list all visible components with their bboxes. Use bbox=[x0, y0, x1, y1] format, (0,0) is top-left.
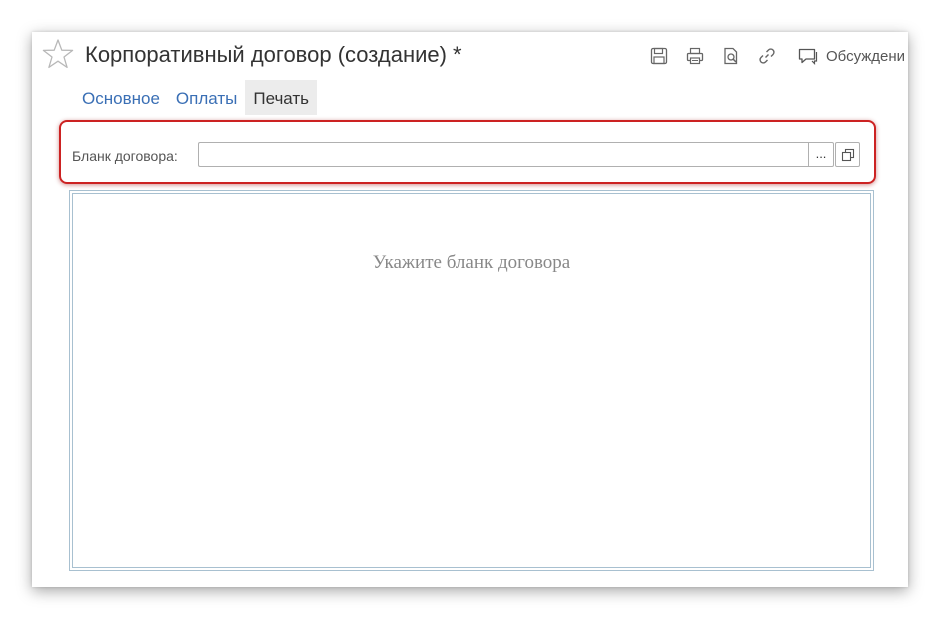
print-preview-area: Укажите бланк договора bbox=[69, 190, 874, 571]
discussion-button[interactable]: Обсуждени bbox=[797, 46, 908, 66]
print-preview-document[interactable]: Укажите бланк договора bbox=[72, 193, 871, 568]
print-preview-icon[interactable] bbox=[719, 44, 743, 68]
link-icon[interactable] bbox=[755, 44, 779, 68]
tab-main[interactable]: Основное bbox=[74, 80, 168, 115]
discussion-icon bbox=[798, 48, 818, 65]
select-button[interactable]: ... bbox=[808, 142, 834, 167]
tab-bar: Основное Оплаты Печать bbox=[74, 80, 318, 115]
window-title: Корпоративный договор (создание) * bbox=[85, 42, 462, 67]
form-window: Корпоративный договор (создание) * Обсуж… bbox=[32, 32, 908, 587]
discussion-label: Обсуждени bbox=[826, 47, 906, 65]
toolbar: Обсуждени bbox=[647, 44, 908, 68]
save-icon[interactable] bbox=[647, 44, 671, 68]
favorite-star-icon[interactable] bbox=[42, 38, 74, 70]
preview-placeholder-text: Укажите бланк договора bbox=[372, 252, 571, 273]
tab-print[interactable]: Печать bbox=[245, 80, 318, 115]
open-button[interactable] bbox=[835, 142, 860, 167]
title-bar: Корпоративный договор (создание) * Обсуж… bbox=[32, 32, 908, 78]
tab-payments[interactable]: Оплаты bbox=[168, 80, 245, 115]
open-icon bbox=[841, 148, 854, 161]
print-icon[interactable] bbox=[683, 44, 707, 68]
blank-field-input[interactable] bbox=[198, 142, 808, 167]
blank-field-label: Бланк договора: bbox=[72, 148, 178, 164]
